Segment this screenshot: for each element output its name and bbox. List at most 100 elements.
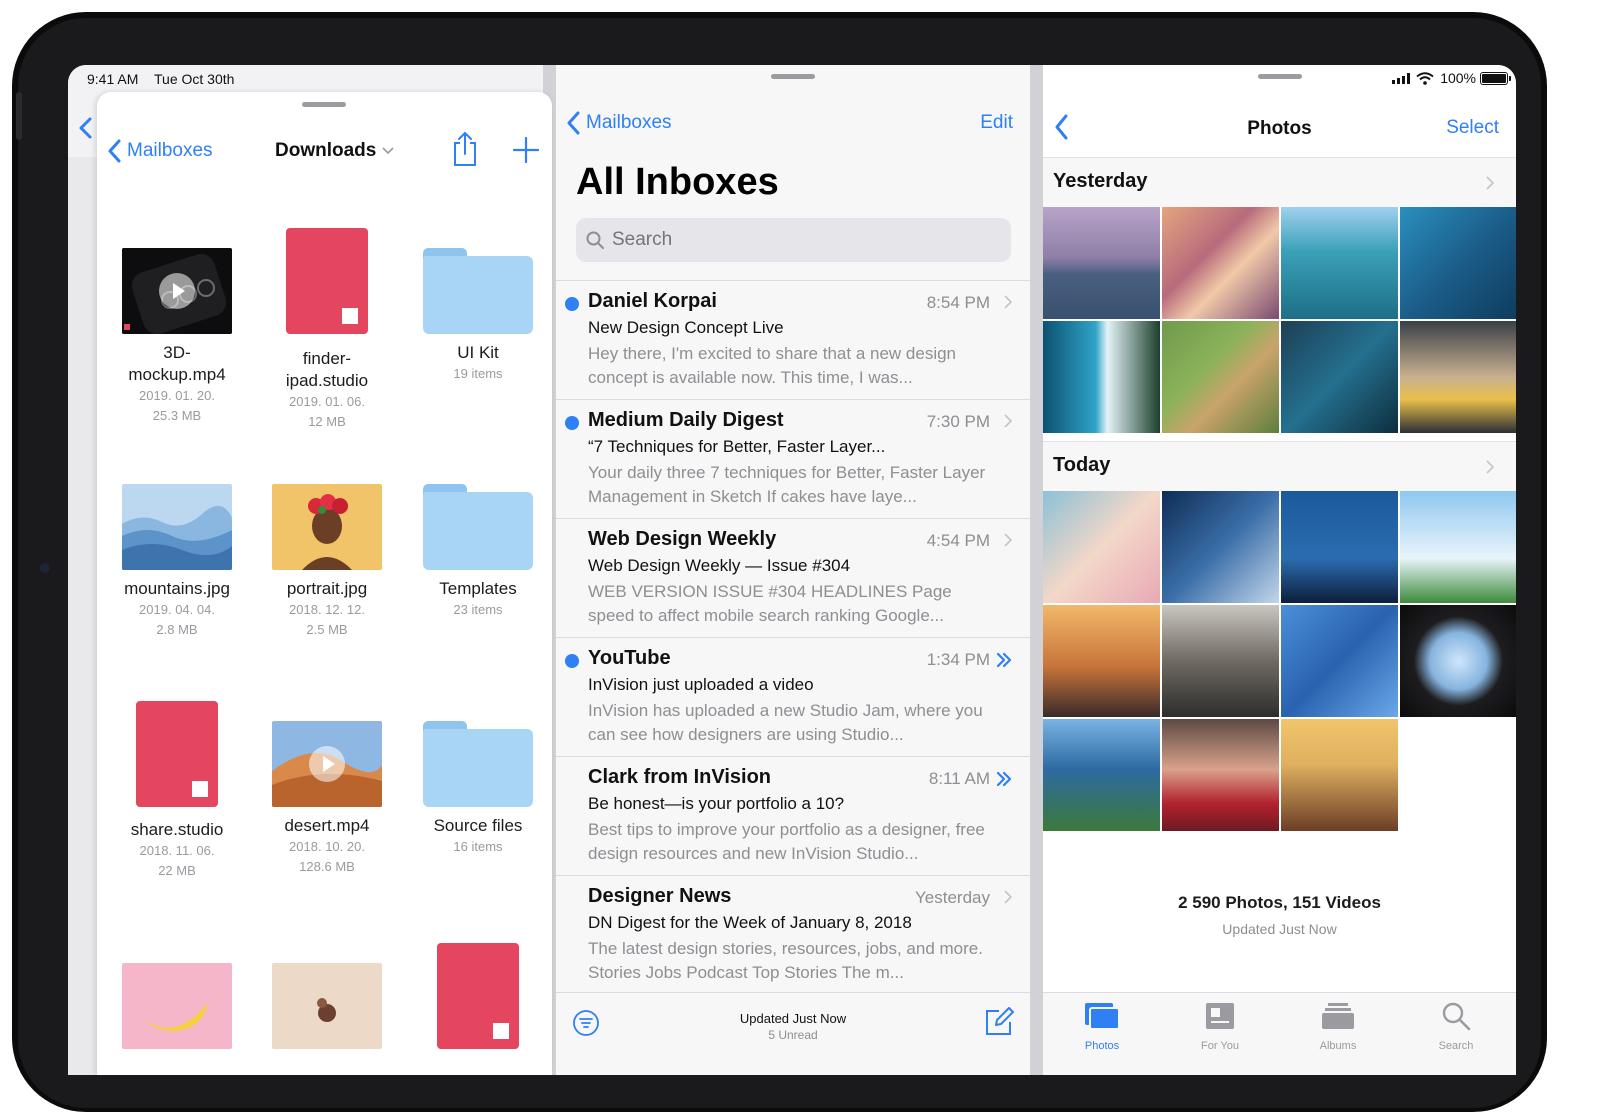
folder-count: 23 items bbox=[453, 602, 503, 617]
wifi-icon bbox=[1416, 71, 1434, 85]
folder-icon bbox=[423, 248, 533, 334]
tab-for-you[interactable]: For You bbox=[1161, 993, 1279, 1075]
search-input[interactable] bbox=[612, 229, 992, 251]
photo-thumbnail[interactable] bbox=[1400, 605, 1516, 717]
drag-handle[interactable] bbox=[302, 102, 346, 107]
photo-thumbnail[interactable] bbox=[1043, 719, 1160, 831]
folder-count: 16 items bbox=[453, 839, 503, 854]
back-label: Mailboxes bbox=[127, 140, 213, 161]
file-size: 128.6 MB bbox=[299, 859, 355, 874]
file-name: finder- bbox=[302, 349, 352, 368]
tab-albums[interactable]: Albums bbox=[1279, 993, 1397, 1075]
folder-title: Downloads bbox=[275, 140, 377, 161]
photo-thumbnail[interactable] bbox=[1400, 491, 1516, 603]
file-name: desert.mp4 bbox=[284, 816, 370, 835]
file-name-line2: mockup.mp4 bbox=[128, 365, 226, 384]
chevron-left-icon bbox=[108, 139, 121, 163]
share-icon[interactable] bbox=[451, 131, 479, 167]
photo-thumbnail[interactable] bbox=[1281, 491, 1398, 603]
message-row[interactable]: Medium Daily Digest 7:30 PM “7 Techniques … bbox=[556, 400, 1030, 519]
file-date: 2018. 10. 20. bbox=[289, 839, 365, 854]
file-date: 2018. 11. 06. bbox=[139, 843, 215, 858]
file-name: portrait.jpg bbox=[286, 579, 368, 598]
photo-thumbnail[interactable] bbox=[1281, 207, 1398, 319]
coffee-image bbox=[272, 963, 382, 1049]
photo-thumbnail[interactable] bbox=[1281, 719, 1398, 831]
file-item[interactable] bbox=[408, 943, 548, 1049]
file-item[interactable]: Templates 23 items bbox=[408, 484, 548, 620]
message-preview: InVision has uploaded a new Studio Jam, … bbox=[588, 701, 983, 744]
file-date: 2018. 12. 12. bbox=[289, 602, 365, 617]
file-size: 2.5 MB bbox=[306, 622, 348, 637]
select-button[interactable]: Select bbox=[1446, 117, 1499, 139]
photo-thumbnail[interactable] bbox=[1281, 321, 1398, 433]
photo-thumbnail[interactable] bbox=[1400, 207, 1516, 319]
search-bar[interactable] bbox=[576, 218, 1011, 262]
message-row[interactable]: Designer News Yesterday DN Digest for the … bbox=[556, 876, 1030, 995]
photo-grid-today bbox=[1043, 491, 1516, 831]
status-date: Tue Oct 30th bbox=[154, 71, 235, 87]
tab-label: For You bbox=[1201, 1040, 1239, 1052]
message-time: 4:54 PM bbox=[926, 531, 990, 550]
file-size: 2.8 MB bbox=[156, 622, 198, 637]
photo-thumbnail[interactable] bbox=[1162, 719, 1279, 831]
ipad-frame: 9:41 AM Tue Oct 30th Mailboxes Downloads bbox=[12, 12, 1547, 1112]
section-header-yesterday[interactable]: Yesterday bbox=[1043, 157, 1516, 207]
photo-thumbnail[interactable] bbox=[1043, 207, 1160, 319]
section-header-today[interactable]: Today bbox=[1043, 441, 1516, 491]
photo-thumbnail[interactable] bbox=[1043, 321, 1160, 433]
drag-handle[interactable] bbox=[1258, 74, 1302, 79]
message-row[interactable]: Web Design Weekly 4:54 PM Web Design Weekl… bbox=[556, 519, 1030, 638]
file-item[interactable]: 3D- mockup.mp4 2019. 01. 20. 25.3 MB bbox=[107, 248, 247, 426]
file-item[interactable]: share.studio 2018. 11. 06. 22 MB bbox=[107, 701, 247, 881]
compose-icon[interactable] bbox=[984, 1007, 1014, 1037]
message-time: Yesterday bbox=[915, 888, 990, 907]
mailboxes-back-button[interactable]: Mailboxes bbox=[107, 139, 213, 163]
battery-percent: 100% bbox=[1440, 70, 1476, 86]
studio-file-icon bbox=[437, 943, 519, 1049]
message-row[interactable]: YouTube 1:34 PM InVision just uploaded a v… bbox=[556, 638, 1030, 757]
chevron-left-icon[interactable] bbox=[78, 117, 92, 139]
photo-thumbnail[interactable] bbox=[1162, 491, 1279, 603]
add-icon[interactable] bbox=[513, 137, 539, 163]
mailboxes-back-button[interactable]: Mailboxes bbox=[566, 111, 672, 135]
chevron-left-icon bbox=[567, 111, 580, 135]
photo-thumbnail[interactable] bbox=[1162, 605, 1279, 717]
file-name-line2: ipad.studio bbox=[285, 371, 369, 390]
file-item[interactable] bbox=[257, 963, 397, 1049]
photo-thumbnail[interactable] bbox=[1043, 491, 1160, 603]
mail-toolbar: Updated Just Now 5 Unread bbox=[556, 992, 1030, 1075]
file-item[interactable]: portrait.jpg 2018. 12. 12. 2.5 MB bbox=[257, 484, 397, 640]
tab-label: Albums bbox=[1319, 1040, 1357, 1052]
photo-grid-yesterday bbox=[1043, 207, 1516, 433]
file-item[interactable]: finder- ipad.studio 2019. 01. 06. 12 MB bbox=[257, 228, 397, 432]
folder-title-dropdown[interactable]: Downloads bbox=[275, 140, 394, 162]
message-row[interactable]: Clark from InVision 8:11 AM Be honest—is y… bbox=[556, 757, 1030, 876]
photo-thumbnail[interactable] bbox=[1400, 321, 1516, 433]
file-item[interactable]: desert.mp4 2018. 10. 20. 128.6 MB bbox=[257, 721, 397, 877]
folder-icon bbox=[423, 484, 533, 570]
edit-button[interactable]: Edit bbox=[980, 112, 1013, 134]
file-date: 2019. 01. 06. bbox=[289, 394, 365, 409]
chevron-right-icon bbox=[1486, 176, 1494, 190]
tab-search[interactable]: Search bbox=[1397, 993, 1515, 1075]
drag-handle[interactable] bbox=[771, 74, 815, 79]
message-time: 8:11 AM bbox=[928, 769, 990, 788]
file-item[interactable] bbox=[107, 963, 247, 1049]
photo-thumbnail[interactable] bbox=[1281, 605, 1398, 717]
file-date: 2019. 04. 04. bbox=[139, 602, 215, 617]
file-item[interactable]: UI Kit 19 items bbox=[408, 248, 548, 384]
message-subject: New Design Concept Live bbox=[588, 318, 784, 337]
file-item[interactable]: mountains.jpg 2019. 04. 04. 2.8 MB bbox=[107, 484, 247, 640]
photo-thumbnail[interactable] bbox=[1162, 207, 1279, 319]
photo-thumbnail[interactable] bbox=[1043, 605, 1160, 717]
chevron-right-icon bbox=[1486, 460, 1494, 474]
tab-photos[interactable]: Photos bbox=[1043, 993, 1161, 1075]
chevron-right-icon bbox=[1004, 414, 1012, 428]
message-row[interactable]: Daniel Korpai 8:54 PM New Design Concept L… bbox=[556, 281, 1030, 400]
message-sender: Web Design Weekly bbox=[588, 528, 777, 550]
file-item[interactable]: Source files 16 items bbox=[408, 721, 548, 857]
message-sender: YouTube bbox=[588, 647, 671, 669]
photo-thumbnail[interactable] bbox=[1162, 321, 1279, 433]
banana-image bbox=[122, 963, 232, 1049]
